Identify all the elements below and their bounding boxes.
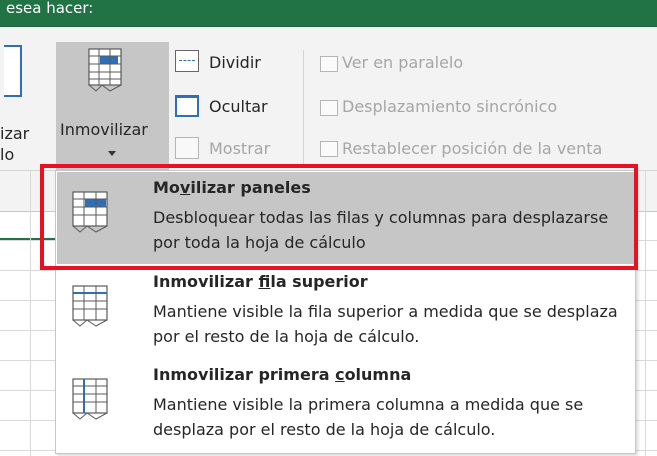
sync-scroll-icon: [320, 100, 338, 116]
menu-item-description: Mantiene visible la primera columna a me…: [153, 395, 584, 439]
freeze-first-column-icon: [72, 378, 108, 420]
annotation-highlight-box: [40, 164, 638, 270]
hide-button-label[interactable]: Ocultar: [209, 97, 268, 116]
grid-line: [30, 171, 31, 456]
split-icon[interactable]: [175, 50, 199, 72]
sync-scroll-label: Desplazamiento sincrónico: [342, 97, 558, 116]
freeze-panes-label: Inmovilizar: [60, 120, 148, 139]
side-by-side-icon: [320, 56, 338, 72]
reset-window-icon: [320, 141, 338, 157]
menu-item-description: Mantiene visible la fila superior a medi…: [153, 302, 618, 346]
freeze-panes-icon: [88, 48, 122, 92]
freeze-top-row-icon: [72, 285, 108, 327]
grid-line: [645, 171, 646, 456]
tell-me-bar[interactable]: esea hacer:: [0, 0, 657, 27]
split-button-label[interactable]: Dividir: [209, 53, 261, 72]
left-button-label-line2[interactable]: lo: [0, 145, 14, 164]
left-button-label-line1[interactable]: izar: [0, 124, 29, 143]
menu-item-freeze-first-column[interactable]: Inmovilizar primera columna Mantiene vis…: [57, 359, 634, 451]
hide-window-icon[interactable]: [175, 95, 199, 117]
reset-window-label: Restablecer posición de la venta: [342, 139, 603, 158]
new-window-icon[interactable]: [4, 45, 22, 97]
side-by-side-label: Ver en paralelo: [342, 53, 464, 72]
menu-item-freeze-top-row[interactable]: Inmovilizar fila superior Mantiene visib…: [57, 266, 634, 358]
tell-me-text: esea hacer:: [6, 0, 94, 17]
show-button-label: Mostrar: [209, 139, 271, 158]
menu-item-title: Inmovilizar primera columna: [153, 365, 412, 384]
menu-item-title: Inmovilizar fila superior: [153, 272, 368, 291]
chevron-down-icon: [108, 151, 116, 156]
show-window-icon: [175, 137, 199, 159]
ribbon-separator: [303, 50, 304, 164]
